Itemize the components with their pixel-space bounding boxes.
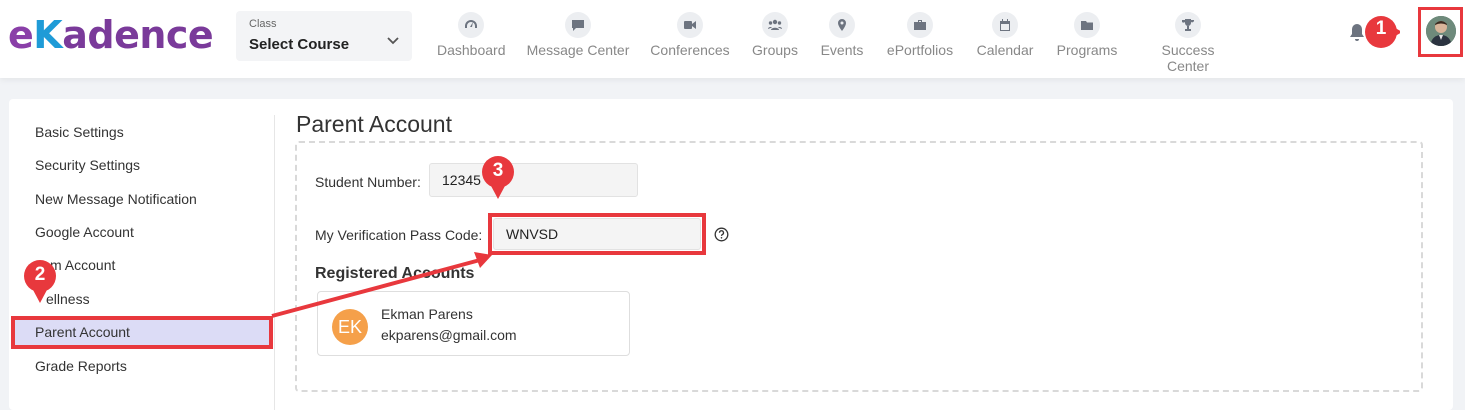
callout-arrow (271, 252, 492, 318)
callout-3-number: 3 (492, 160, 504, 181)
callout-marker-3: 3 (479, 155, 517, 199)
